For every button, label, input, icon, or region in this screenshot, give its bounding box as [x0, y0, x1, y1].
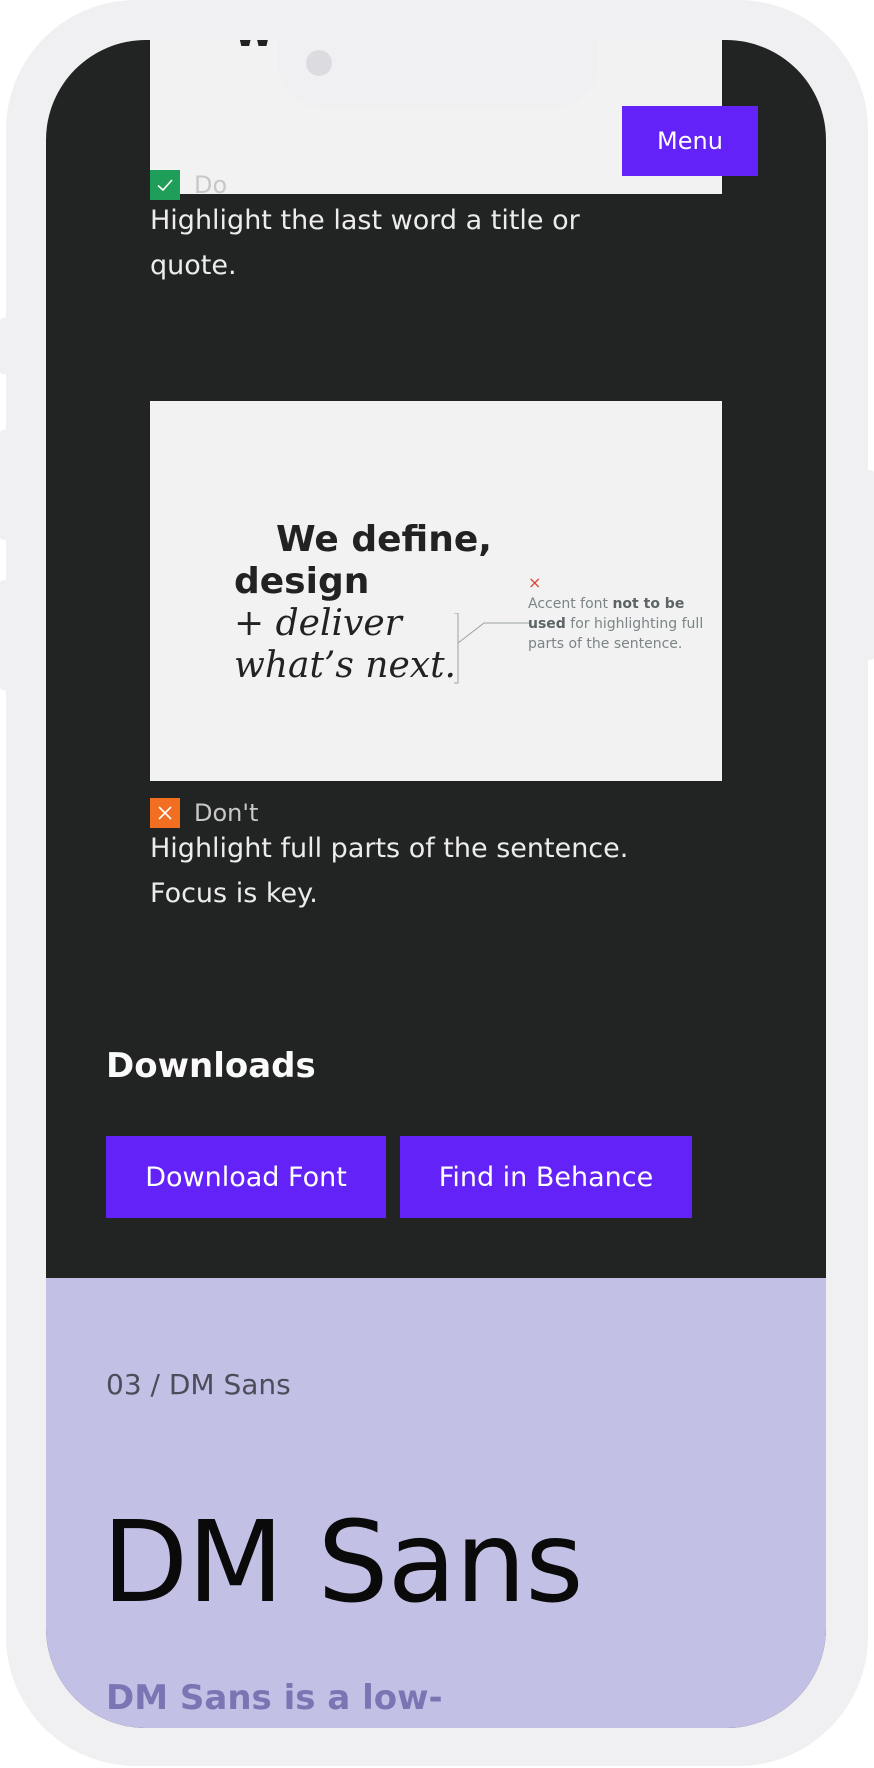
quote-line-1: We define,	[276, 519, 492, 560]
annotation-note: Accent font not to be used for highlight…	[528, 594, 708, 654]
check-icon	[150, 170, 180, 200]
font-title: DM Sans	[102, 1498, 584, 1628]
note-x-icon: ×	[528, 573, 542, 592]
note-text-1: Accent font	[528, 596, 613, 612]
dont-tag: Don't	[150, 798, 258, 828]
dm-sans-section: 03 / DM Sans DM Sans DM Sans is a low-	[46, 1278, 826, 1728]
menu-button[interactable]: Menu	[622, 106, 758, 176]
camera-icon	[306, 50, 332, 76]
download-font-button[interactable]: Download Font	[106, 1136, 386, 1218]
cross-icon	[150, 798, 180, 828]
dont-example-card: We define, design + deliver what’s next.…	[150, 401, 722, 781]
phone-power-button	[866, 470, 874, 660]
quote-plus: +	[234, 603, 265, 644]
do-label: Do	[194, 171, 228, 199]
quote-line-2: design	[234, 561, 370, 602]
find-in-behance-button[interactable]: Find in Behance	[400, 1136, 692, 1218]
font-intro: DM Sans is a low-	[106, 1678, 443, 1718]
dont-label: Don't	[194, 799, 259, 827]
dont-description: Highlight full parts of the sentence. Fo…	[150, 833, 629, 909]
breadcrumb: 03 / DM Sans	[106, 1368, 291, 1401]
screen: W Menu Do Highlight the last word a titl…	[46, 40, 826, 1728]
phone-notch	[278, 40, 598, 108]
do-tag: Do	[150, 170, 227, 200]
phone-mute-switch	[0, 318, 8, 374]
do-example-partial-text: W	[234, 40, 274, 55]
phone-volume-up	[0, 430, 8, 540]
bracket-connector-icon	[454, 613, 530, 684]
quote-line-3: deliver	[275, 603, 402, 644]
do-description: Highlight the last word a title or quote…	[150, 205, 580, 281]
downloads-heading: Downloads	[106, 1046, 316, 1086]
phone-volume-down	[0, 580, 8, 690]
